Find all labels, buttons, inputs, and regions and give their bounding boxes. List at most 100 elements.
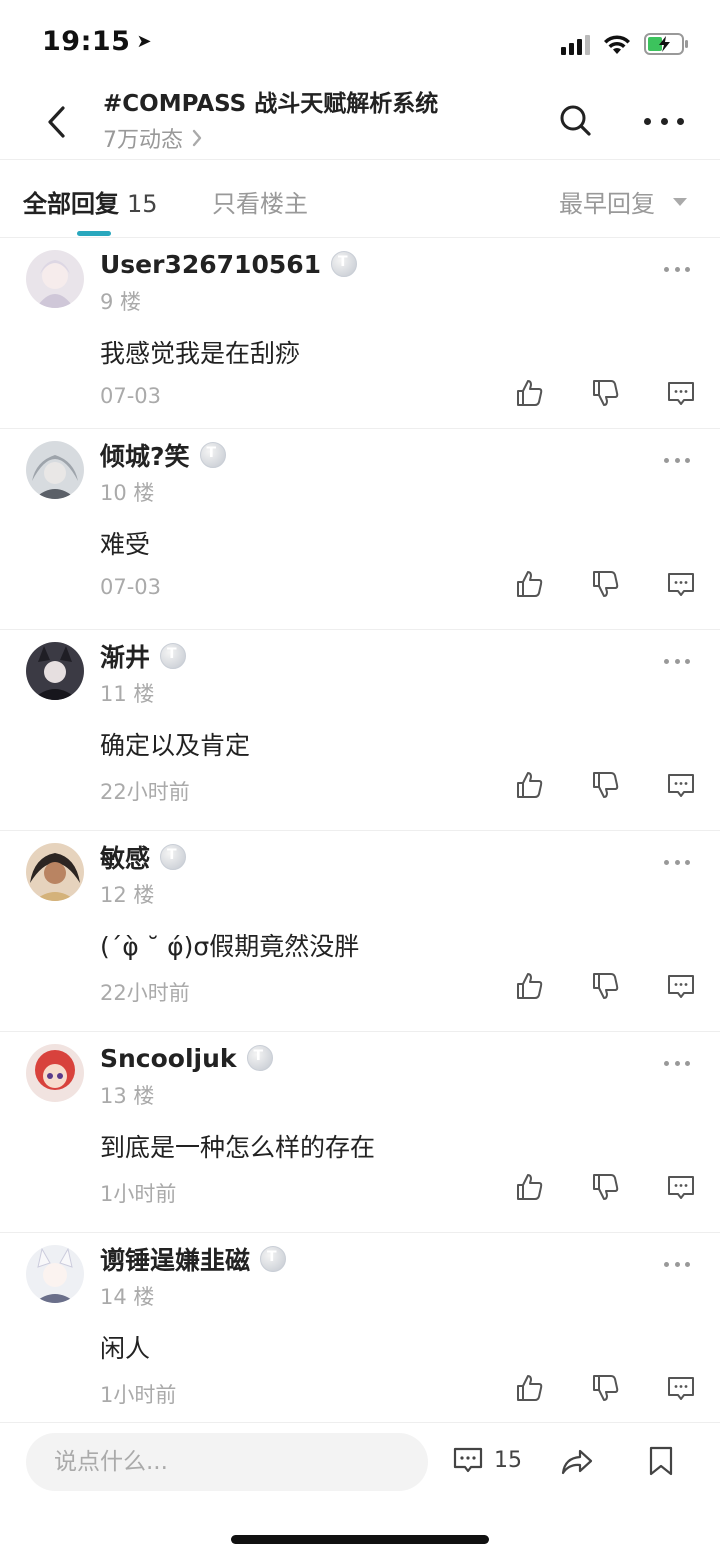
username[interactable]: 倾城?笑 [100, 437, 190, 473]
reply-icon[interactable] [666, 971, 696, 1001]
user-row: 倾城?笑 [100, 439, 226, 471]
user-level-badge-icon [160, 844, 187, 870]
tab-all-replies[interactable]: 全部回复 15 [23, 184, 158, 219]
more-dot [660, 117, 668, 125]
sort-dropdown[interactable]: 最早回复 [559, 184, 687, 219]
chevron-right-icon [192, 129, 202, 147]
avatar[interactable] [26, 441, 84, 499]
chevron-left-icon [48, 106, 65, 138]
comment-more-button[interactable] [664, 857, 690, 867]
comment-text: 难受 [100, 530, 151, 559]
topic-activity-count: 7万动态 [103, 128, 183, 153]
reply-icon[interactable] [666, 569, 696, 599]
comment-more-button[interactable] [664, 1259, 690, 1269]
user-row: 渐井 [100, 638, 187, 674]
active-tab-indicator [77, 231, 111, 236]
thumbs-up-icon[interactable] [514, 569, 544, 599]
caret-down-icon [673, 197, 687, 206]
floor-number: 14 楼 [100, 1285, 155, 1309]
bookmark-icon[interactable] [646, 1445, 676, 1477]
reply-icon[interactable] [666, 770, 696, 800]
comment-count: 15 [494, 1447, 522, 1473]
search-icon [560, 105, 591, 136]
thumbs-down-icon[interactable] [590, 1172, 620, 1202]
comment-input[interactable] [26, 1433, 428, 1491]
comment-icon [453, 1447, 483, 1473]
avatar[interactable] [26, 843, 84, 901]
comment-text: (´φ̀ ˘ φ́)σ假期竟然没胖 [100, 932, 360, 961]
comment-text: 闲人 [100, 1334, 151, 1363]
more-dot [677, 117, 684, 125]
battery-icon [644, 33, 688, 55]
floor-number: 9 楼 [100, 290, 142, 314]
avatar[interactable] [26, 1245, 84, 1303]
more-options-button[interactable] [644, 106, 684, 136]
thumbs-down-icon[interactable] [590, 378, 620, 408]
username[interactable]: 谫锤逞嫌韭磁 [100, 1241, 250, 1277]
avatar[interactable] [26, 642, 84, 700]
thumbs-down-icon[interactable] [590, 569, 620, 599]
comment-item[interactable]: 倾城?笑 10 楼 难受 07-03 [0, 429, 720, 630]
status-time-text: 19:15 [42, 26, 131, 57]
comment-item[interactable]: 敏感 12 楼 (´φ̀ ˘ φ́)σ假期竟然没胖 22小时前 [0, 831, 720, 1032]
thumbs-down-icon[interactable] [590, 971, 620, 1001]
thumbs-up-icon[interactable] [514, 378, 544, 408]
thumbs-down-icon[interactable] [590, 770, 620, 800]
bottom-action-bar: 15 [0, 1422, 720, 1558]
comment-item[interactable]: Sncooljuk 13 楼 到底是一种怎么样的存在 1小时前 [0, 1032, 720, 1233]
thumbs-up-icon[interactable] [514, 770, 544, 800]
username[interactable]: 渐井 [100, 638, 150, 674]
username[interactable]: User326710561 [100, 250, 321, 279]
reply-icon[interactable] [666, 1172, 696, 1202]
comment-item[interactable]: 谫锤逞嫌韭磁 14 楼 闲人 1小时前 [0, 1233, 720, 1434]
username[interactable]: Sncooljuk [100, 1044, 237, 1073]
comment-time: 07-03 [100, 575, 162, 599]
status-bar: 19:15 ➤ [0, 0, 720, 86]
thumbs-up-icon[interactable] [514, 1172, 544, 1202]
share-icon[interactable] [560, 1447, 594, 1477]
topic-activity-link[interactable]: 7万动态 [103, 122, 203, 154]
comment-more-button[interactable] [664, 1058, 690, 1068]
reply-icon[interactable] [666, 378, 696, 408]
comment-more-button[interactable] [664, 455, 690, 465]
user-level-badge-icon [246, 1045, 273, 1071]
comment-time: 1小时前 [100, 1182, 177, 1206]
location-arrow-icon: ➤ [136, 31, 153, 52]
comment-more-button[interactable] [664, 656, 690, 666]
comment-more-button[interactable] [664, 264, 690, 274]
comment-item[interactable]: 渐井 11 楼 确定以及肯定 22小时前 [0, 630, 720, 831]
topic-title[interactable]: #COMPASS 战斗天赋解析系统 [103, 84, 438, 118]
floor-number: 10 楼 [100, 481, 155, 505]
tab-all-count: 15 [127, 190, 158, 218]
user-row: User326710561 [100, 248, 358, 280]
comment-time: 22小时前 [100, 981, 190, 1005]
user-level-badge-icon [160, 643, 187, 669]
floor-number: 12 楼 [100, 883, 155, 907]
comments-button[interactable]: 15 [452, 1445, 522, 1475]
reply-icon[interactable] [666, 1373, 696, 1403]
topic-header: #COMPASS 战斗天赋解析系统 7万动态 [0, 86, 720, 160]
user-level-badge-icon [260, 1246, 287, 1272]
comment-item[interactable]: User326710561 9 楼 我感觉我是在刮痧 07-03 [0, 238, 720, 429]
thumbs-up-icon[interactable] [514, 971, 544, 1001]
thumbs-up-icon[interactable] [514, 1373, 544, 1403]
search-button[interactable] [557, 102, 595, 140]
comment-time: 22小时前 [100, 780, 190, 804]
user-row: Sncooljuk [100, 1042, 273, 1074]
back-button[interactable] [38, 102, 74, 142]
comment-text: 我感觉我是在刮痧 [100, 339, 301, 368]
user-row: 谫锤逞嫌韭磁 [100, 1241, 287, 1277]
floor-number: 13 楼 [100, 1084, 155, 1108]
more-dot [644, 117, 651, 125]
avatar[interactable] [26, 1044, 84, 1102]
status-time: 19:15 ➤ [42, 26, 152, 57]
status-indicators [561, 30, 690, 58]
home-indicator[interactable] [231, 1535, 489, 1544]
user-level-badge-icon [199, 442, 226, 468]
tab-op-only[interactable]: 只看楼主 [212, 184, 308, 219]
user-level-badge-icon [331, 251, 358, 277]
username[interactable]: 敏感 [100, 839, 150, 875]
avatar[interactable] [26, 250, 84, 308]
thumbs-down-icon[interactable] [590, 1373, 620, 1403]
comment-text: 到底是一种怎么样的存在 [100, 1133, 376, 1162]
